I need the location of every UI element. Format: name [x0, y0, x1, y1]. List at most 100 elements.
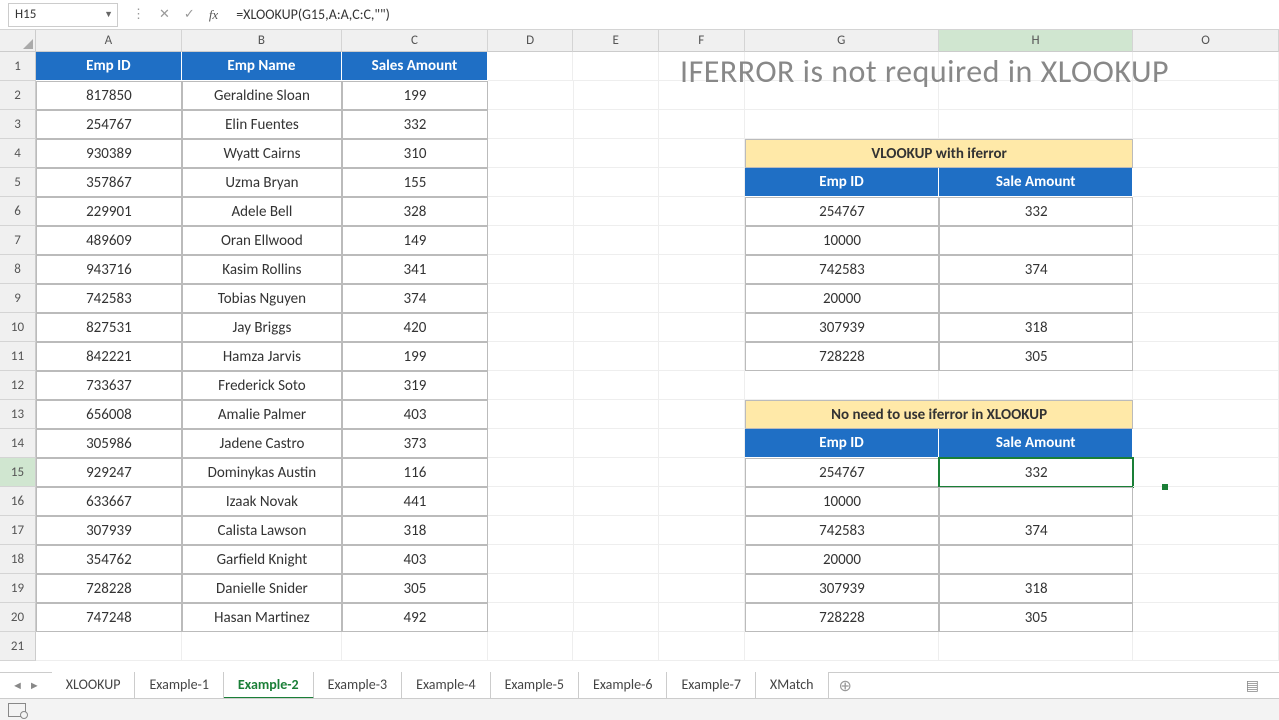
row-header-5[interactable]: 5	[0, 168, 36, 197]
cell[interactable]: Emp ID	[745, 429, 939, 458]
cell[interactable]	[1133, 284, 1279, 313]
cell[interactable]: 305	[342, 574, 488, 603]
cell[interactable]	[488, 313, 574, 342]
row-header-21[interactable]: 21	[0, 632, 36, 661]
cell[interactable]: 489609	[36, 226, 182, 255]
cell[interactable]: 403	[342, 545, 488, 574]
cell[interactable]: 374	[939, 255, 1133, 284]
sheet-tab-example-4[interactable]: Example-4	[402, 672, 490, 699]
cell[interactable]: Calista Lawson	[182, 516, 342, 545]
cell[interactable]	[659, 574, 745, 603]
cell[interactable]	[659, 429, 745, 458]
row-header-12[interactable]: 12	[0, 371, 36, 400]
cell[interactable]	[659, 545, 745, 574]
cell[interactable]: 254767	[745, 458, 939, 487]
cell[interactable]: Emp ID	[745, 168, 939, 197]
cell[interactable]: Hasan Martinez	[182, 603, 342, 632]
cell[interactable]	[574, 371, 660, 400]
cell[interactable]	[342, 632, 488, 661]
cell[interactable]	[36, 632, 182, 661]
cell[interactable]: 373	[342, 429, 488, 458]
cell[interactable]	[659, 487, 745, 516]
cell[interactable]	[659, 342, 745, 371]
cell[interactable]: Sale Amount	[939, 168, 1133, 197]
cell[interactable]: 403	[342, 400, 488, 429]
cell[interactable]: 332	[939, 458, 1133, 487]
cell[interactable]	[488, 168, 574, 197]
cell[interactable]: 374	[342, 284, 488, 313]
cell[interactable]	[659, 255, 745, 284]
cell[interactable]	[573, 632, 659, 661]
row-header-19[interactable]: 19	[0, 574, 36, 603]
cell[interactable]	[574, 458, 660, 487]
formula-input[interactable]: =XLOOKUP(G15,A:A,C:C,"")	[228, 6, 1279, 23]
cell[interactable]: 307939	[745, 313, 939, 342]
row-header-1[interactable]: 1	[0, 52, 36, 81]
cell[interactable]	[1133, 632, 1279, 661]
cell[interactable]	[574, 81, 660, 110]
column-header-E[interactable]: E	[573, 30, 659, 52]
cell[interactable]: 656008	[36, 400, 182, 429]
cell[interactable]: Izaak Novak	[182, 487, 342, 516]
row-header-10[interactable]: 10	[0, 313, 36, 342]
cell[interactable]	[574, 313, 660, 342]
cell[interactable]	[573, 52, 659, 81]
cell[interactable]: 341	[342, 255, 488, 284]
cell[interactable]: 332	[342, 110, 488, 139]
cell[interactable]: Danielle Snider	[182, 574, 342, 603]
cell[interactable]	[1133, 603, 1279, 632]
cell[interactable]	[745, 632, 939, 661]
cell[interactable]	[745, 371, 939, 400]
cell[interactable]: 747248	[36, 603, 182, 632]
row-header-8[interactable]: 8	[0, 255, 36, 284]
cell[interactable]	[488, 603, 574, 632]
cell[interactable]: 742583	[745, 255, 939, 284]
sheet-tab-example-3[interactable]: Example-3	[314, 672, 402, 699]
cell[interactable]	[488, 52, 574, 81]
column-header-B[interactable]: B	[182, 30, 342, 52]
cell[interactable]	[574, 545, 660, 574]
cell[interactable]: 199	[342, 342, 488, 371]
record-macro-icon[interactable]	[8, 703, 26, 717]
cell[interactable]	[939, 371, 1133, 400]
cell[interactable]: 254767	[745, 197, 939, 226]
sheet-tab-xmatch[interactable]: XMatch	[756, 672, 829, 699]
row-header-14[interactable]: 14	[0, 429, 36, 458]
cell[interactable]: 116	[342, 458, 488, 487]
cell[interactable]	[1133, 429, 1279, 458]
cell[interactable]: 742583	[36, 284, 182, 313]
cell[interactable]: 319	[342, 371, 488, 400]
cell[interactable]	[574, 255, 660, 284]
cell[interactable]: 633667	[36, 487, 182, 516]
cell[interactable]	[1133, 458, 1279, 487]
column-header-D[interactable]: D	[488, 30, 574, 52]
row-header-15[interactable]: 15	[0, 458, 36, 487]
cell[interactable]	[574, 400, 660, 429]
cell[interactable]	[488, 226, 574, 255]
accept-icon[interactable]: ✓	[184, 7, 195, 22]
cell[interactable]: 728228	[745, 603, 939, 632]
cell[interactable]: 328	[342, 197, 488, 226]
cell[interactable]: Frederick Soto	[182, 371, 342, 400]
cell[interactable]	[1133, 313, 1279, 342]
cell[interactable]: 307939	[745, 574, 939, 603]
cell[interactable]	[574, 516, 660, 545]
cell[interactable]	[488, 429, 574, 458]
cell[interactable]: Geraldine Sloan	[182, 81, 342, 110]
cell[interactable]: 492	[342, 603, 488, 632]
cell[interactable]	[1133, 487, 1279, 516]
cell[interactable]: Wyatt Cairns	[182, 139, 342, 168]
cell[interactable]	[182, 632, 342, 661]
cell[interactable]	[939, 545, 1133, 574]
sheet-tab-example-2[interactable]: Example-2	[224, 672, 314, 699]
cell[interactable]: 318	[342, 516, 488, 545]
cell[interactable]: 254767	[36, 110, 182, 139]
cell[interactable]	[659, 168, 745, 197]
name-box[interactable]: H15 ▼	[8, 3, 118, 27]
cell[interactable]: Adele Bell	[182, 197, 342, 226]
cell[interactable]: Sale Amount	[939, 429, 1133, 458]
cell[interactable]	[574, 168, 660, 197]
cell[interactable]	[659, 458, 745, 487]
cell[interactable]: Elin Fuentes	[182, 110, 342, 139]
cell[interactable]	[488, 632, 574, 661]
